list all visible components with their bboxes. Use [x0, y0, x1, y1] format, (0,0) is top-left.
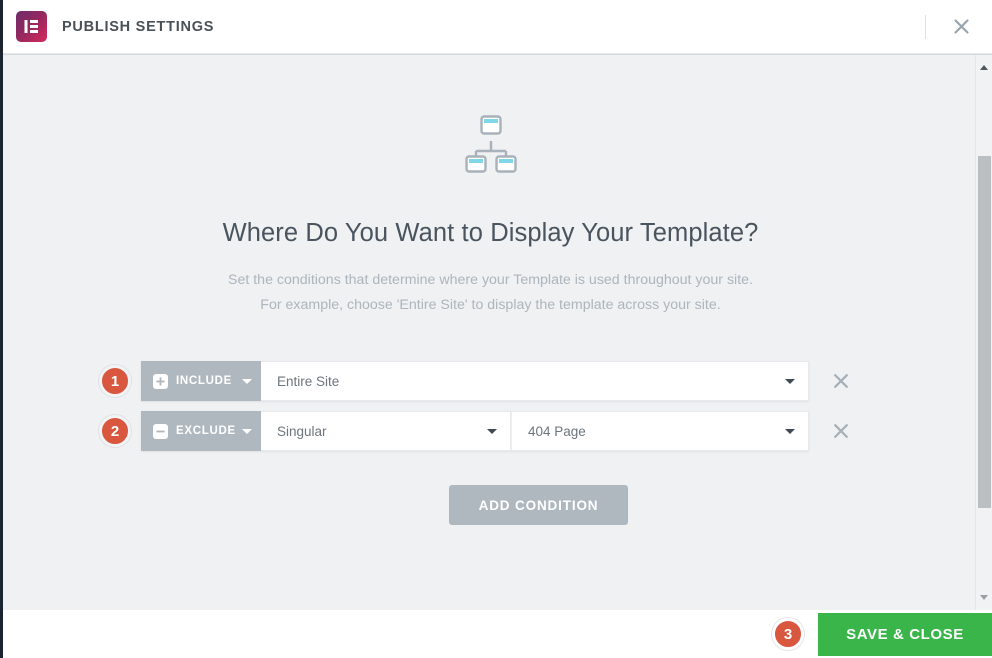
header-divider	[925, 14, 926, 39]
modal-footer: 3 SAVE & CLOSE	[3, 610, 992, 658]
modal-header: PUBLISH SETTINGS	[3, 0, 992, 54]
chevron-down-icon[interactable]	[976, 589, 992, 606]
step-badge-2: 2	[99, 415, 131, 447]
condition-type-label: INCLUDE	[176, 375, 233, 387]
condition-type-select-exclude[interactable]: EXCLUDE	[141, 411, 261, 451]
add-condition-wrapper: ADD CONDITION	[99, 485, 978, 525]
section-heading: Where Do You Want to Display Your Templa…	[222, 219, 759, 247]
condition-controls-1: INCLUDE Entire Site	[141, 361, 809, 401]
condition-value-select-primary[interactable]: Singular	[261, 411, 511, 451]
condition-controls-2: EXCLUDE Singular 404 Page	[141, 411, 809, 451]
scrollbar-thumb[interactable]	[978, 156, 991, 508]
vertical-scrollbar[interactable]	[975, 55, 992, 610]
condition-value-label: Entire Site	[277, 373, 340, 389]
section-subtext: Set the conditions that determine where …	[3, 268, 978, 318]
publish-settings-modal: PUBLISH SETTINGS Where Do You Want to Di…	[0, 0, 992, 658]
save-and-close-button[interactable]: SAVE & CLOSE	[818, 612, 992, 656]
elementor-logo-icon	[16, 11, 47, 42]
chevron-down-icon	[487, 428, 497, 434]
sitemap-icon	[3, 115, 978, 173]
condition-row: 1 INCLUDE Entire Site	[99, 361, 978, 401]
plus-square-icon	[153, 373, 168, 389]
condition-value-select-secondary[interactable]: 404 Page	[511, 411, 809, 451]
close-icon[interactable]	[948, 14, 974, 40]
minus-square-icon	[153, 423, 168, 439]
condition-type-label: EXCLUDE	[176, 425, 236, 437]
condition-value-select-primary[interactable]: Entire Site	[261, 361, 809, 401]
remove-condition-button[interactable]	[828, 368, 854, 394]
modal-body: Where Do You Want to Display Your Templa…	[3, 54, 992, 610]
chevron-down-icon	[242, 428, 252, 434]
chevron-up-icon[interactable]	[976, 59, 992, 76]
condition-subvalue-label: 404 Page	[528, 423, 586, 439]
chevron-down-icon	[242, 378, 252, 384]
condition-type-select-include[interactable]: INCLUDE	[141, 361, 261, 401]
chevron-down-icon	[785, 378, 795, 384]
modal-body-content: Where Do You Want to Display Your Templa…	[3, 55, 978, 610]
remove-condition-button[interactable]	[828, 418, 854, 444]
condition-value-label: Singular	[277, 423, 327, 439]
section-subtext-line-1: Set the conditions that determine where …	[228, 272, 753, 288]
section-subtext-line-2: For example, choose 'Entire Site' to dis…	[260, 297, 721, 313]
step-badge-3: 3	[772, 618, 804, 650]
add-condition-button[interactable]: ADD CONDITION	[448, 485, 629, 525]
scrollbar-track[interactable]	[976, 76, 992, 589]
conditions-list: 1 INCLUDE Entire Site 2 EXCLUDE Singular…	[3, 361, 978, 525]
step-badge-1: 1	[99, 365, 131, 397]
chevron-down-icon	[785, 428, 795, 434]
condition-row: 2 EXCLUDE Singular 404 Page	[99, 411, 978, 451]
page-title: PUBLISH SETTINGS	[62, 18, 215, 35]
